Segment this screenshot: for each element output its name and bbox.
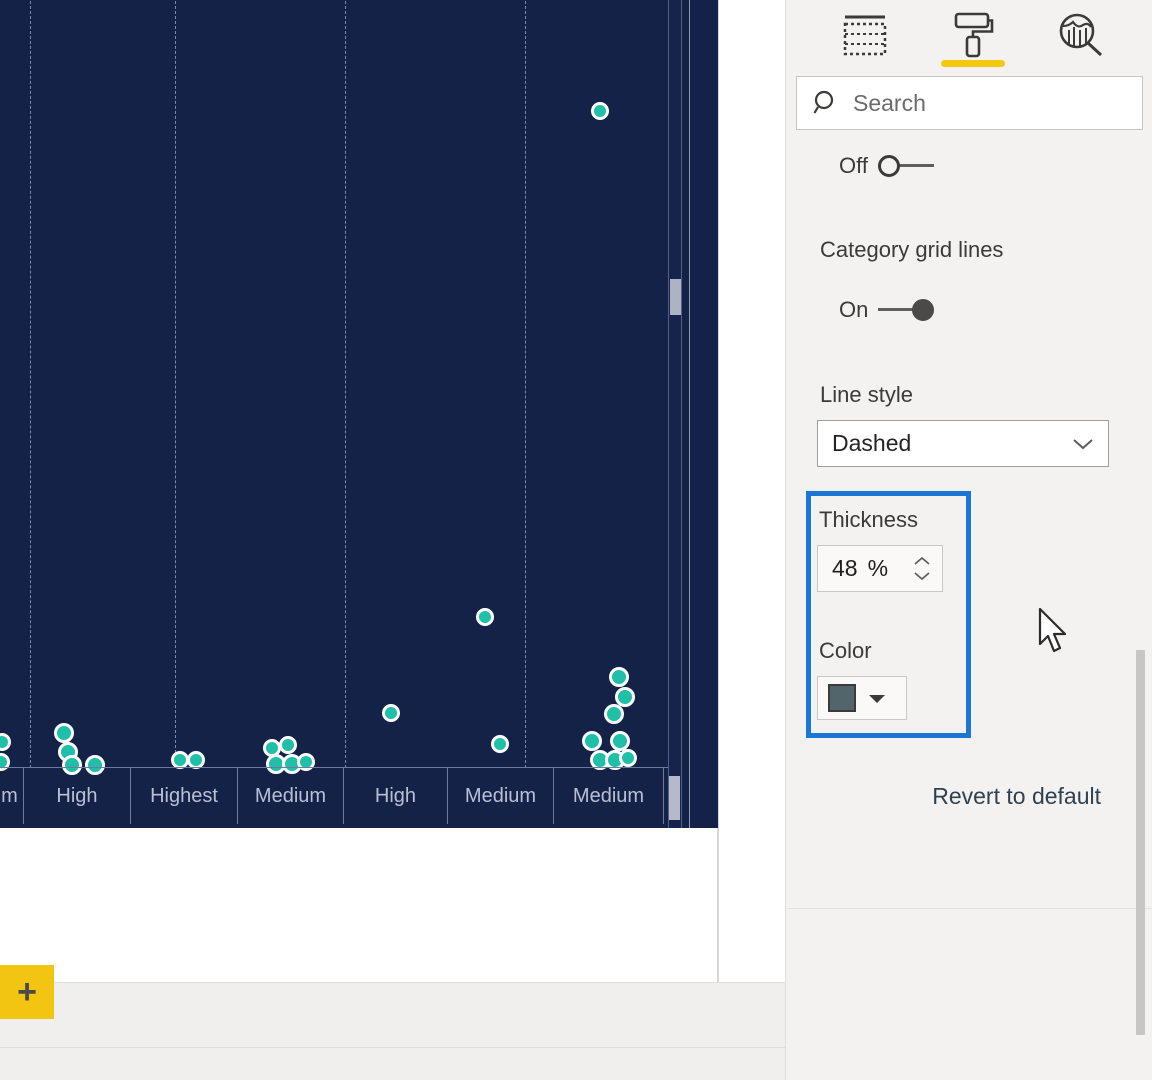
- scatter-bubble[interactable]: [491, 735, 509, 753]
- scatter-bubble[interactable]: [0, 733, 11, 751]
- chevron-down-icon: [1073, 438, 1093, 449]
- tab-format[interactable]: [941, 7, 1005, 67]
- scatter-bubble[interactable]: [591, 102, 609, 120]
- category-grid-lines-label: Category grid lines: [820, 237, 1004, 262]
- color-picker-button[interactable]: [817, 676, 907, 720]
- scatter-bubble[interactable]: [610, 731, 630, 751]
- scatter-bubble[interactable]: [54, 723, 74, 743]
- category-gridline: [30, 0, 31, 768]
- visual-horizontal-scrollbar-thumb[interactable]: [669, 776, 680, 820]
- scatter-bubble[interactable]: [609, 667, 629, 687]
- line-style-value: Dashed: [832, 430, 912, 456]
- color-label: Color: [819, 638, 872, 663]
- thickness-label-row: Thickness: [819, 507, 918, 533]
- search-placeholder: Search: [853, 89, 926, 116]
- scatter-bubble[interactable]: [604, 704, 624, 724]
- pane-tab-strip: [786, 0, 1152, 70]
- category-grid-lines-label-row: Category grid lines: [820, 237, 1003, 263]
- x-axis-category-label: Medium: [554, 768, 664, 824]
- search-icon: [813, 90, 834, 114]
- category-grid-lines-switch[interactable]: [878, 299, 935, 321]
- scatter-bubble[interactable]: [382, 704, 400, 722]
- thickness-stepper[interactable]: 48 %: [817, 545, 943, 592]
- plus-icon: +: [17, 973, 37, 1011]
- top-toggle-switch[interactable]: [877, 155, 934, 177]
- thickness-unit: %: [867, 555, 889, 581]
- spinner-down-icon[interactable]: [912, 570, 932, 581]
- scatter-bubble[interactable]: [619, 749, 637, 767]
- top-toggle-state: Off: [839, 153, 868, 178]
- scatter-bubble[interactable]: [582, 731, 602, 751]
- visual-vertical-scrollbar-thumb[interactable]: [670, 279, 681, 315]
- category-gridline: [525, 0, 526, 768]
- color-label-row: Color: [819, 638, 872, 664]
- chart-magnifier-icon: [1059, 13, 1103, 57]
- line-style-label-row: Line style: [820, 382, 913, 408]
- visual-vertical-scrollbar[interactable]: [668, 0, 682, 828]
- report-page: m High Highest Medium High Medium Medium: [0, 0, 719, 982]
- scatter-bubble[interactable]: [476, 608, 494, 626]
- x-axis-category-label: High: [344, 768, 448, 824]
- active-tab-underline: [941, 60, 1005, 67]
- thickness-label: Thickness: [819, 507, 919, 532]
- x-axis-category-label: Medium: [238, 768, 344, 824]
- table-dashed-icon: [843, 15, 887, 56]
- page-bar-divider: [0, 1047, 785, 1048]
- x-axis-category-label: m: [0, 768, 24, 824]
- toggle-bar: [878, 308, 915, 311]
- toggle-knob: [912, 299, 935, 321]
- format-pane: Search Off Category grid lines On Line s…: [785, 0, 1152, 1080]
- search-input[interactable]: Search: [796, 76, 1143, 130]
- x-axis-category-label: Highest: [131, 768, 238, 824]
- format-pane-scrollbar-thumb[interactable]: [1136, 650, 1145, 1035]
- x-axis-category-label: Medium: [448, 768, 554, 824]
- spinner-up-down-icon[interactable]: [912, 556, 932, 581]
- report-canvas-area: m High Highest Medium High Medium Medium +: [0, 0, 785, 1080]
- category-gridline: [345, 0, 346, 768]
- line-style-dropdown[interactable]: Dashed: [817, 420, 1109, 467]
- toggle-knob: [877, 155, 900, 177]
- page-tab-bar: +: [0, 965, 785, 1080]
- tab-visual-fields[interactable]: [837, 7, 893, 63]
- revert-to-default-link[interactable]: Revert to default: [932, 783, 1101, 810]
- paint-roller-icon: [954, 12, 994, 58]
- category-gridline: [175, 0, 176, 768]
- line-style-label: Line style: [820, 382, 913, 407]
- add-page-button[interactable]: +: [0, 965, 54, 1019]
- visual-plot-right-border: [689, 0, 690, 828]
- color-swatch: [828, 684, 856, 712]
- scatter-bubble[interactable]: [279, 736, 297, 754]
- scatter-plot-area[interactable]: [0, 0, 670, 775]
- format-pane-scrollbar[interactable]: [1136, 140, 1149, 1035]
- category-grid-lines-toggle-row[interactable]: On: [839, 297, 935, 323]
- thickness-value: 48: [832, 555, 858, 581]
- scatter-chart-visual[interactable]: m High Highest Medium High Medium Medium: [0, 0, 718, 828]
- caret-down-icon[interactable]: [868, 693, 886, 704]
- top-toggle-row[interactable]: Off: [839, 153, 934, 179]
- spinner-up-icon[interactable]: [912, 556, 932, 567]
- tab-analytics[interactable]: [1053, 7, 1109, 63]
- category-grid-lines-state: On: [839, 297, 869, 322]
- toggle-bar: [895, 164, 934, 167]
- format-pane-scroll-region: Off Category grid lines On Line style Da…: [786, 140, 1152, 915]
- category-x-axis: m High Highest Medium High Medium Medium: [0, 767, 670, 824]
- section-bubbles[interactable]: Bubbles: [786, 909, 1152, 915]
- x-axis-category-label: High: [24, 768, 131, 824]
